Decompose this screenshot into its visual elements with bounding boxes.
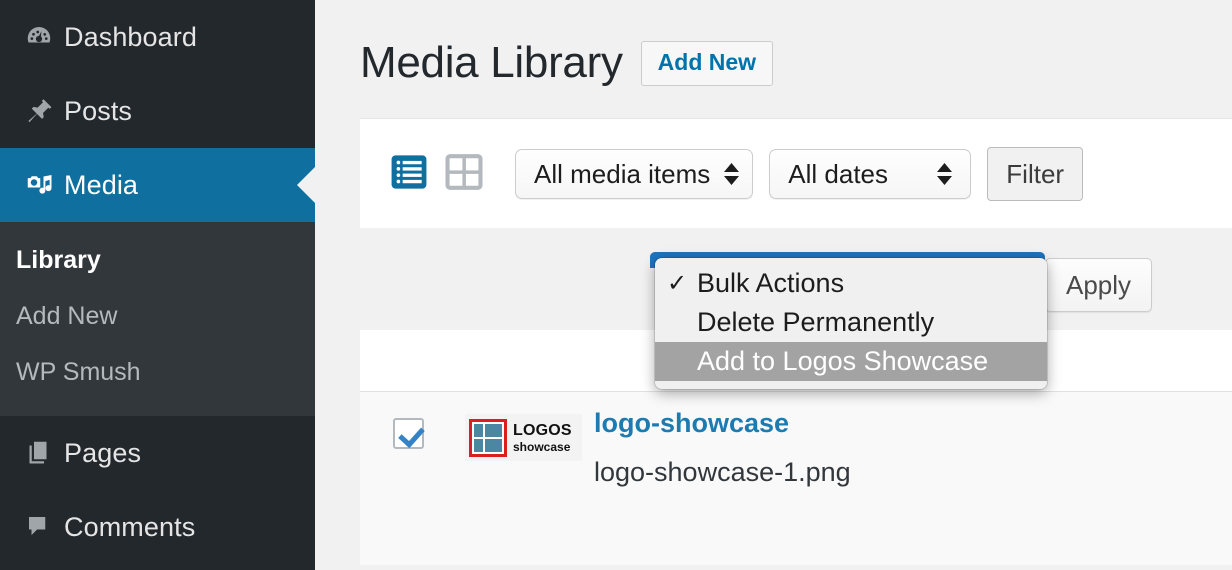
table-row: LOGOS showcase logo-showcase logo-showca… (360, 392, 1232, 565)
comments-icon (14, 512, 64, 542)
checkmark-icon: ✓ (667, 270, 688, 297)
sidebar-item-label: Posts (64, 95, 133, 126)
wordpress-admin-screen: Dashboard Posts Media Library Add New WP… (0, 0, 1232, 570)
apply-button[interactable]: Apply (1045, 258, 1153, 312)
add-new-button[interactable]: Add New (640, 40, 774, 86)
submenu-item-label: WP Smush (16, 357, 141, 386)
pages-icon (14, 438, 64, 468)
row-title-link[interactable]: logo-showcase (594, 410, 851, 437)
sidebar-item-media[interactable]: Media (0, 148, 315, 222)
sidebar-item-library[interactable]: Library (0, 232, 315, 288)
media-type-filter-select[interactable]: All media items (515, 149, 754, 199)
sidebar-item-dashboard[interactable]: Dashboard (0, 0, 315, 74)
logo-word-bottom: showcase (513, 439, 571, 454)
date-filter-select[interactable]: All dates (769, 149, 972, 199)
dropdown-option-label: Delete Permanently (697, 307, 935, 337)
admin-sidebar: Dashboard Posts Media Library Add New WP… (0, 0, 315, 570)
submenu-item-label: Library (16, 245, 101, 274)
dropdown-option-add-to-logos-showcase[interactable]: Add to Logos Showcase (655, 342, 1047, 381)
sidebar-item-label: Dashboard (64, 21, 197, 52)
dropdown-option-bulk-actions[interactable]: ✓ Bulk Actions (655, 264, 1047, 303)
list-view-icon[interactable] (390, 153, 428, 196)
page-title: Media Library (360, 38, 623, 87)
sidebar-item-posts[interactable]: Posts (0, 74, 315, 148)
chevron-updown-icon (724, 163, 740, 186)
bulk-actions-dropdown-menu[interactable]: ✓ Bulk Actions Delete Permanently Add to… (655, 258, 1047, 389)
media-type-filter-value: All media items (534, 158, 711, 189)
sidebar-item-label: Pages (64, 437, 142, 468)
row-select-checkbox[interactable] (393, 418, 424, 449)
sidebar-item-label: Comments (64, 511, 196, 542)
submenu-item-label: Add New (16, 301, 118, 330)
grid-view-icon[interactable] (445, 153, 483, 196)
logos-showcase-thumbnail[interactable]: LOGOS showcase (465, 414, 582, 461)
row-thumbnail-cell: LOGOS showcase (465, 410, 582, 486)
filter-panel: All media items All dates Filter (360, 118, 1232, 228)
content-area: Media Library Add New All media items Al… (315, 0, 1232, 570)
dropdown-option-label: Add to Logos Showcase (697, 346, 989, 376)
tablenav-top: All media items All dates Filter (360, 119, 1232, 229)
logo-mark-icon (469, 418, 507, 457)
dropdown-option-delete-permanently[interactable]: Delete Permanently (655, 303, 1047, 342)
date-filter-value: All dates (788, 158, 889, 189)
media-submenu: Library Add New WP Smush (0, 222, 315, 416)
page-header: Media Library Add New (315, 0, 1232, 104)
sidebar-item-comments[interactable]: Comments (0, 490, 315, 564)
sidebar-item-add-new[interactable]: Add New (0, 288, 315, 344)
row-filename: logo-showcase-1.png (594, 457, 851, 487)
row-title-cell: logo-showcase logo-showcase-1.png (582, 410, 851, 486)
chevron-updown-icon (937, 163, 953, 186)
row-checkbox-cell (393, 410, 465, 486)
media-icon (14, 170, 64, 200)
logo-word-top: LOGOS (513, 421, 572, 439)
pin-icon (14, 96, 64, 126)
sidebar-item-pages[interactable]: Pages (0, 416, 315, 490)
dashboard-icon (14, 22, 64, 52)
sidebar-item-wp-smush[interactable]: WP Smush (0, 344, 315, 400)
dropdown-option-label: Bulk Actions (697, 268, 845, 298)
filter-button[interactable]: Filter (987, 147, 1084, 201)
sidebar-item-label: Media (64, 169, 139, 200)
logo-wordmark: LOGOS showcase (513, 421, 572, 454)
